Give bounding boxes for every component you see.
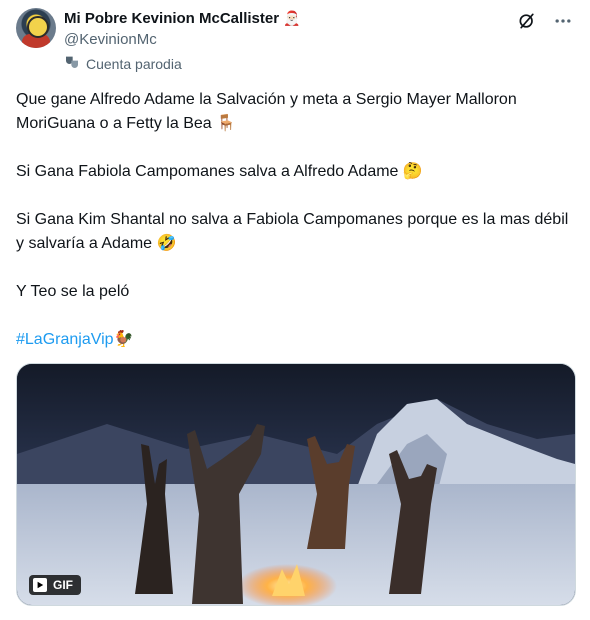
paragraph-1-text: Que gane Alfredo Adame la Salvación y me… [16, 91, 517, 132]
tweet-paragraph-2: Si Gana Fabiola Campomanes salva a Alfre… [16, 160, 423, 184]
paragraph-2-text: Si Gana Fabiola Campomanes salva a Alfre… [16, 163, 399, 180]
avatar-face [27, 16, 49, 38]
laughing-emoji: 🤣 [156, 235, 177, 252]
name-row: Mi Pobre Kevinion McCallister 🎅🏻 [64, 10, 300, 27]
play-icon [33, 578, 47, 592]
display-name[interactable]: Mi Pobre Kevinion McCallister [64, 10, 279, 27]
parody-label-row: Cuenta parodia [64, 54, 182, 73]
grok-icon[interactable] [516, 10, 538, 32]
chair-emoji: 🪑 [216, 115, 237, 132]
parody-label: Cuenta parodia [86, 55, 182, 72]
user-handle[interactable]: @KevinionMc [64, 31, 157, 48]
tweet-card: Mi Pobre Kevinion McCallister 🎅🏻 @Kevini… [0, 0, 590, 620]
tweet-paragraph-1: Que gane Alfredo Adame la Salvación y me… [16, 88, 571, 136]
thinking-emoji: 🤔 [402, 163, 423, 180]
name-emoji: 🎅🏻 [283, 10, 301, 26]
gif-label: GIF [53, 578, 73, 592]
more-icon[interactable] [552, 10, 574, 32]
hashtag-emoji: 🐓 [113, 331, 134, 348]
paragraph-3-text: Si Gana Kim Shantal no salva a Fabiola C… [16, 211, 569, 252]
gif-media[interactable]: GIF [16, 363, 576, 606]
hashtag-link[interactable]: #LaGranjaVip [16, 331, 114, 348]
tweet-paragraph-3: Si Gana Kim Shantal no salva a Fabiola C… [16, 208, 571, 256]
tweet-paragraph-5: #LaGranjaVip🐓 [16, 328, 133, 352]
tweet-paragraph-4: Y Teo se la peló [16, 283, 130, 300]
top-actions [516, 10, 574, 32]
avatar[interactable] [16, 8, 56, 48]
gif-badge[interactable]: GIF [29, 575, 81, 595]
gif-scene [17, 364, 575, 605]
theater-masks-icon [64, 54, 80, 73]
